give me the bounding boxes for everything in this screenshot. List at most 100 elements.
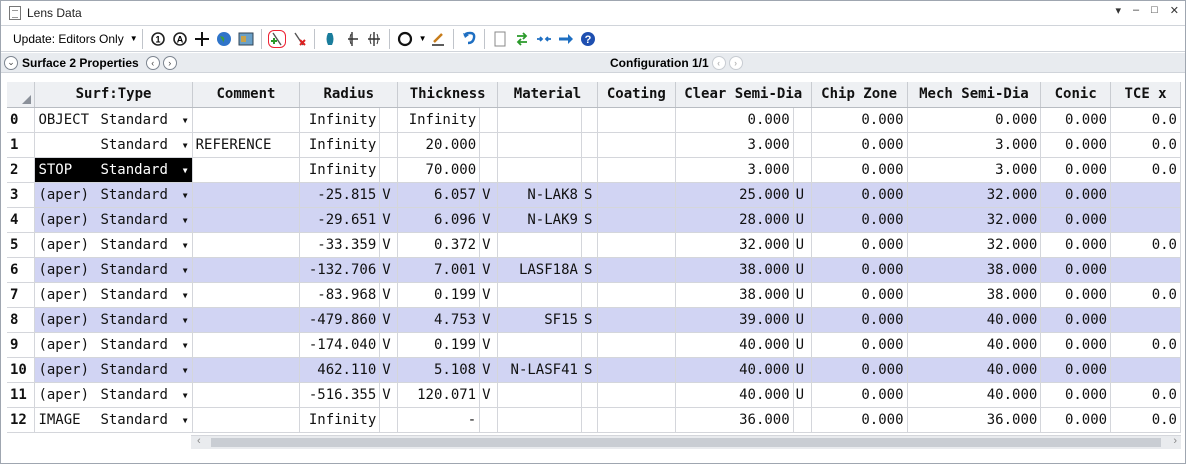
clear-semi-dia-cell[interactable]: 32.000 bbox=[675, 232, 794, 258]
mech-semi-dia-cell[interactable]: 0.000 bbox=[907, 107, 1042, 133]
table-row[interactable]: 12 IMAGE Standard ▼ Infinity -36.000 0.000 36.0… bbox=[7, 407, 1181, 433]
coating-cell[interactable] bbox=[597, 232, 676, 258]
surface-type[interactable]: Standard bbox=[100, 312, 167, 328]
clear-semi-dia-cell[interactable]: 3.000 bbox=[675, 132, 794, 158]
close-icon[interactable]: ✕ bbox=[1170, 4, 1179, 17]
surface-type[interactable]: Standard bbox=[100, 112, 167, 128]
chevron-down-icon[interactable]: ▼ bbox=[183, 366, 188, 375]
scroll-left-icon[interactable]: ‹ bbox=[197, 435, 201, 447]
material-solve-flag[interactable]: S bbox=[581, 357, 598, 383]
conic-cell[interactable]: 0.000 bbox=[1040, 332, 1112, 358]
thickness-cell[interactable]: Infinity bbox=[397, 107, 481, 133]
material-solve-flag[interactable]: S bbox=[581, 207, 598, 233]
radius-cell[interactable]: Infinity bbox=[299, 107, 381, 133]
conic-cell[interactable]: 0.000 bbox=[1040, 257, 1112, 283]
material-cell[interactable]: N-LASF41 bbox=[497, 357, 582, 383]
add-element-icon[interactable] bbox=[343, 30, 361, 48]
help-icon[interactable]: ? bbox=[579, 30, 597, 48]
clear-semi-dia-flag[interactable]: U bbox=[793, 282, 812, 308]
tce-cell[interactable] bbox=[1110, 357, 1181, 383]
table-row[interactable]: 4 (aper) Standard ▼ -29.651 V 6.096 V N-LAK9 S 28.… bbox=[7, 207, 1181, 233]
table-row[interactable]: 2 STOP Standard ▼ Infinity 70.000 3.000 0.000 3.… bbox=[7, 157, 1181, 183]
table-row[interactable]: 11 (aper) Standard ▼ -516.355 V 120.071 V 40.000… bbox=[7, 382, 1181, 408]
material-solve-flag[interactable]: S bbox=[581, 257, 598, 283]
chip-zone-cell[interactable]: 0.000 bbox=[811, 282, 908, 308]
crosshair-icon[interactable] bbox=[193, 30, 211, 48]
column-header[interactable]: Conic bbox=[1040, 82, 1112, 108]
chevron-down-icon[interactable]: ▼ bbox=[183, 391, 188, 400]
chip-zone-cell[interactable]: 0.000 bbox=[811, 182, 908, 208]
thickness-solve-flag[interactable]: V bbox=[479, 257, 499, 283]
reload-1-icon[interactable]: 1 bbox=[149, 30, 167, 48]
coating-cell[interactable] bbox=[597, 357, 676, 383]
thickness-solve-flag[interactable]: V bbox=[479, 382, 499, 408]
surf-type-cell[interactable]: STOP Standard ▼ bbox=[34, 157, 193, 183]
reload-a-icon[interactable]: A bbox=[171, 30, 189, 48]
surface-type[interactable]: Standard bbox=[100, 187, 167, 203]
comment-cell[interactable] bbox=[192, 407, 301, 433]
make-solve-icon[interactable] bbox=[429, 30, 447, 48]
surf-type-cell[interactable]: Standard ▼ bbox=[34, 132, 193, 158]
material-cell[interactable] bbox=[497, 107, 582, 133]
surf-type-cell[interactable]: (aper) Standard ▼ bbox=[34, 282, 193, 308]
chevron-down-icon[interactable]: ▼ bbox=[183, 416, 188, 425]
chip-zone-cell[interactable]: 0.000 bbox=[811, 332, 908, 358]
table-row[interactable]: 7 (aper) Standard ▼ -83.968 V 0.199 V 38.000 U 0.0… bbox=[7, 282, 1181, 308]
conic-cell[interactable]: 0.000 bbox=[1040, 282, 1112, 308]
table-row[interactable]: 5 (aper) Standard ▼ -33.359 V 0.372 V 32.000 U 0.0… bbox=[7, 232, 1181, 258]
update-dropdown[interactable]: Update: Editors Only ▼ bbox=[13, 32, 138, 46]
table-row[interactable]: 9 (aper) Standard ▼ -174.040 V 0.199 V 40.000 U 0.… bbox=[7, 332, 1181, 358]
radius-cell[interactable]: -83.968 bbox=[299, 282, 381, 308]
insert-surface-icon[interactable] bbox=[267, 29, 286, 48]
material-cell[interactable] bbox=[497, 132, 582, 158]
radius-cell[interactable]: -174.040 bbox=[299, 332, 381, 358]
tce-cell[interactable] bbox=[1110, 182, 1181, 208]
surf-type-cell[interactable]: (aper) Standard ▼ bbox=[34, 232, 193, 258]
material-cell[interactable]: LASF18A bbox=[497, 257, 582, 283]
thickness-cell[interactable]: 6.057 bbox=[397, 182, 481, 208]
chip-zone-cell[interactable]: 0.000 bbox=[811, 357, 908, 383]
conic-cell[interactable]: 0.000 bbox=[1040, 307, 1112, 333]
chevron-down-icon[interactable]: ▼ bbox=[183, 316, 188, 325]
radius-solve-flag[interactable] bbox=[379, 407, 399, 433]
conic-cell[interactable]: 0.000 bbox=[1040, 232, 1112, 258]
comment-cell[interactable] bbox=[192, 157, 301, 183]
thickness-cell[interactable]: 0.199 bbox=[397, 282, 481, 308]
clear-semi-dia-flag[interactable] bbox=[793, 107, 812, 133]
radius-solve-flag[interactable]: V bbox=[379, 232, 399, 258]
mech-semi-dia-cell[interactable]: 40.000 bbox=[907, 382, 1042, 408]
material-cell[interactable]: N-LAK8 bbox=[497, 182, 582, 208]
tce-cell[interactable] bbox=[1110, 207, 1181, 233]
clear-semi-dia-cell[interactable]: 40.000 bbox=[675, 382, 794, 408]
comment-cell[interactable] bbox=[192, 307, 301, 333]
tce-cell[interactable]: 0.0 bbox=[1110, 232, 1181, 258]
coating-cell[interactable] bbox=[597, 157, 676, 183]
radius-solve-flag[interactable] bbox=[379, 132, 399, 158]
coating-cell[interactable] bbox=[597, 282, 676, 308]
clear-semi-dia-flag[interactable] bbox=[793, 157, 812, 183]
thickness-solve-flag[interactable] bbox=[479, 157, 499, 183]
swap-arrows-icon[interactable] bbox=[513, 30, 531, 48]
column-header[interactable]: Chip Zone bbox=[811, 82, 908, 108]
chevron-down-icon[interactable]: ▼ bbox=[419, 34, 427, 43]
tce-cell[interactable] bbox=[1110, 307, 1181, 333]
mech-semi-dia-cell[interactable]: 32.000 bbox=[907, 207, 1042, 233]
comment-cell[interactable] bbox=[192, 207, 301, 233]
clear-semi-dia-cell[interactable]: 38.000 bbox=[675, 257, 794, 283]
comment-cell[interactable] bbox=[192, 332, 301, 358]
next-surface-icon[interactable]: › bbox=[162, 55, 177, 70]
chip-zone-cell[interactable]: 0.000 bbox=[811, 382, 908, 408]
surf-type-cell[interactable]: (aper) Standard ▼ bbox=[34, 257, 193, 283]
radius-cell[interactable]: Infinity bbox=[299, 132, 381, 158]
mech-semi-dia-cell[interactable]: 38.000 bbox=[907, 282, 1042, 308]
symmetric-element-icon[interactable] bbox=[365, 30, 383, 48]
chevron-down-icon[interactable]: ▼ bbox=[183, 116, 188, 125]
surface-type[interactable]: Standard bbox=[100, 337, 167, 353]
clear-semi-dia-cell[interactable]: 28.000 bbox=[675, 207, 794, 233]
comment-cell[interactable] bbox=[192, 182, 301, 208]
table-row[interactable]: 10 (aper) Standard ▼ 462.110 V 5.108 V N-LASF41 S… bbox=[7, 357, 1181, 383]
clear-semi-dia-cell[interactable]: 25.000 bbox=[675, 182, 794, 208]
material-solve-flag[interactable] bbox=[581, 107, 598, 133]
thickness-cell[interactable]: 5.108 bbox=[397, 357, 481, 383]
chevron-down-icon[interactable]: ▼ bbox=[183, 141, 188, 150]
